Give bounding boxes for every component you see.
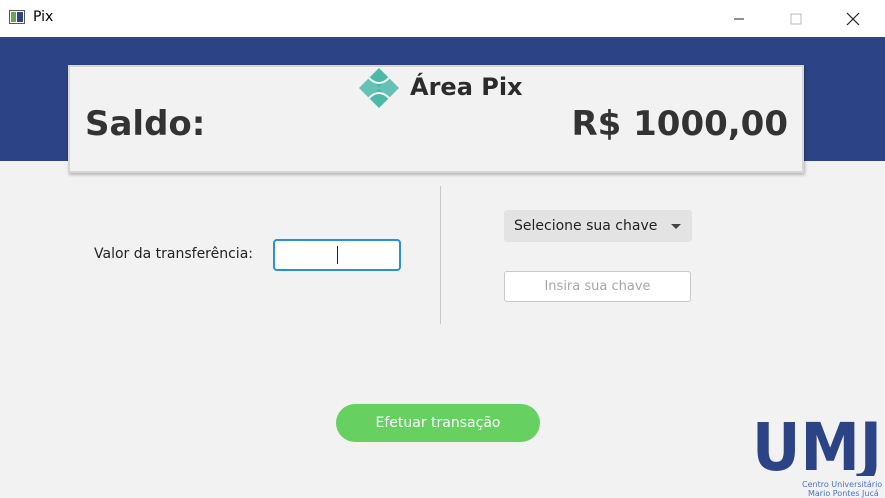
vertical-divider xyxy=(440,186,441,324)
close-icon xyxy=(846,12,860,25)
submit-transaction-label: Efetuar transação xyxy=(375,415,501,431)
window-title: Pix xyxy=(33,9,54,25)
umj-subtitle-line1: Centro Universitário xyxy=(802,480,883,489)
key-type-select[interactable]: Selecione sua chave xyxy=(504,210,692,242)
balance-label: Saldo: xyxy=(85,104,206,144)
key-input[interactable] xyxy=(504,271,691,302)
page-title: Área Pix xyxy=(410,73,523,101)
minimize-icon xyxy=(734,18,744,19)
umj-logo-text: UMJ xyxy=(752,409,882,476)
maximize-button[interactable] xyxy=(773,0,819,37)
window-titlebar: Pix xyxy=(0,0,885,37)
umj-logo: UMJ xyxy=(752,409,882,476)
pix-logo-icon xyxy=(359,68,399,108)
key-type-select-value: Selecione sua chave xyxy=(514,218,658,234)
balance-value: R$ 1000,00 xyxy=(571,104,788,144)
window-app-icon xyxy=(9,10,25,24)
text-caret xyxy=(337,246,338,264)
submit-transaction-button[interactable]: Efetuar transação xyxy=(336,404,540,442)
minimize-button[interactable] xyxy=(716,0,762,37)
amount-input[interactable] xyxy=(273,239,401,271)
chevron-down-icon xyxy=(671,224,681,229)
amount-label: Valor da transferência: xyxy=(94,246,253,262)
maximize-icon xyxy=(790,13,802,24)
close-button[interactable] xyxy=(830,0,876,37)
